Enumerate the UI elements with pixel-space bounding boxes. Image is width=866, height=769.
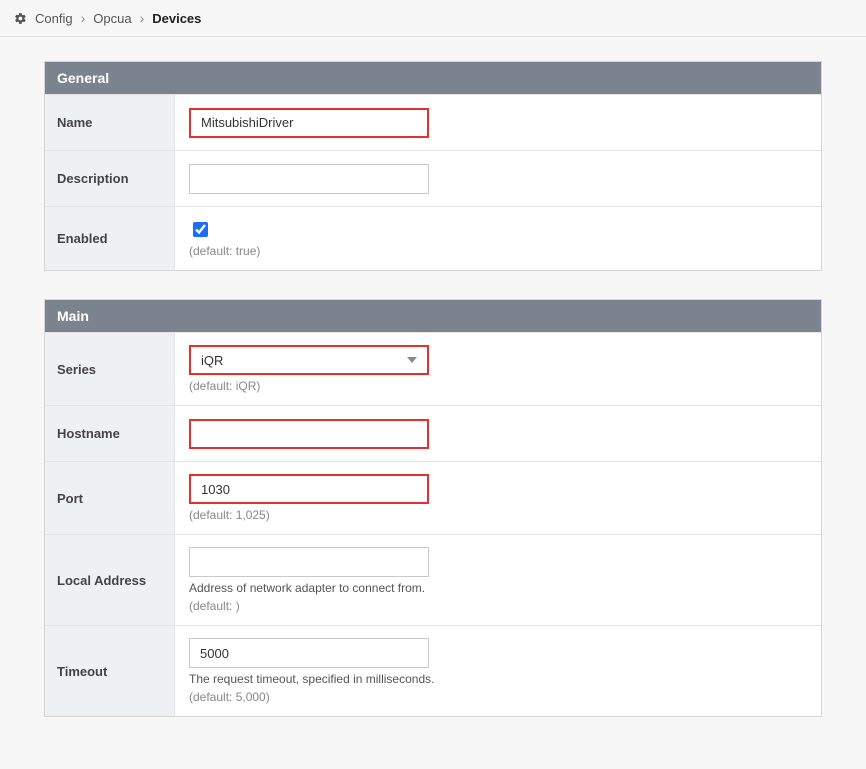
label-local-address: Local Address xyxy=(45,535,175,625)
port-input[interactable] xyxy=(189,474,429,504)
local-address-desc: Address of network adapter to connect fr… xyxy=(189,581,807,595)
general-panel-header: General xyxy=(45,62,821,94)
description-input[interactable] xyxy=(189,164,429,194)
port-hint: (default: 1,025) xyxy=(189,508,807,522)
label-port: Port xyxy=(45,462,175,534)
timeout-input[interactable] xyxy=(189,638,429,668)
local-address-hint: (default: ) xyxy=(189,599,807,613)
chevron-right-icon: › xyxy=(81,10,86,26)
label-series: Series xyxy=(45,333,175,405)
label-hostname: Hostname xyxy=(45,406,175,461)
chevron-right-icon: › xyxy=(140,10,145,26)
enabled-hint: (default: true) xyxy=(189,244,807,258)
breadcrumb-devices: Devices xyxy=(152,11,201,26)
hostname-input[interactable] xyxy=(189,419,429,449)
label-description: Description xyxy=(45,151,175,206)
breadcrumb: Config › Opcua › Devices xyxy=(0,0,866,37)
row-timeout: Timeout The request timeout, specified i… xyxy=(45,625,821,716)
label-name: Name xyxy=(45,95,175,150)
chevron-down-icon xyxy=(407,357,417,363)
breadcrumb-config[interactable]: Config xyxy=(35,11,73,26)
timeout-desc: The request timeout, specified in millis… xyxy=(189,672,807,686)
label-enabled: Enabled xyxy=(45,207,175,270)
main-panel-header: Main xyxy=(45,300,821,332)
row-enabled: Enabled (default: true) xyxy=(45,206,821,270)
row-description: Description xyxy=(45,150,821,206)
general-panel: General Name Description Enabled (defaul… xyxy=(44,61,822,271)
row-series: Series iQR (default: iQR) xyxy=(45,332,821,405)
breadcrumb-opcua[interactable]: Opcua xyxy=(93,11,131,26)
series-value: iQR xyxy=(201,353,223,368)
row-hostname: Hostname xyxy=(45,405,821,461)
series-hint: (default: iQR) xyxy=(189,379,807,393)
name-input[interactable] xyxy=(189,108,429,138)
page-content: General Name Description Enabled (defaul… xyxy=(0,37,866,769)
local-address-input[interactable] xyxy=(189,547,429,577)
enabled-checkbox[interactable] xyxy=(193,222,208,237)
row-local-address: Local Address Address of network adapter… xyxy=(45,534,821,625)
timeout-hint: (default: 5,000) xyxy=(189,690,807,704)
gear-icon xyxy=(14,12,27,25)
row-name: Name xyxy=(45,94,821,150)
main-panel: Main Series iQR (default: iQR) Hostname … xyxy=(44,299,822,717)
label-timeout: Timeout xyxy=(45,626,175,716)
series-select[interactable]: iQR xyxy=(189,345,429,375)
row-port: Port (default: 1,025) xyxy=(45,461,821,534)
